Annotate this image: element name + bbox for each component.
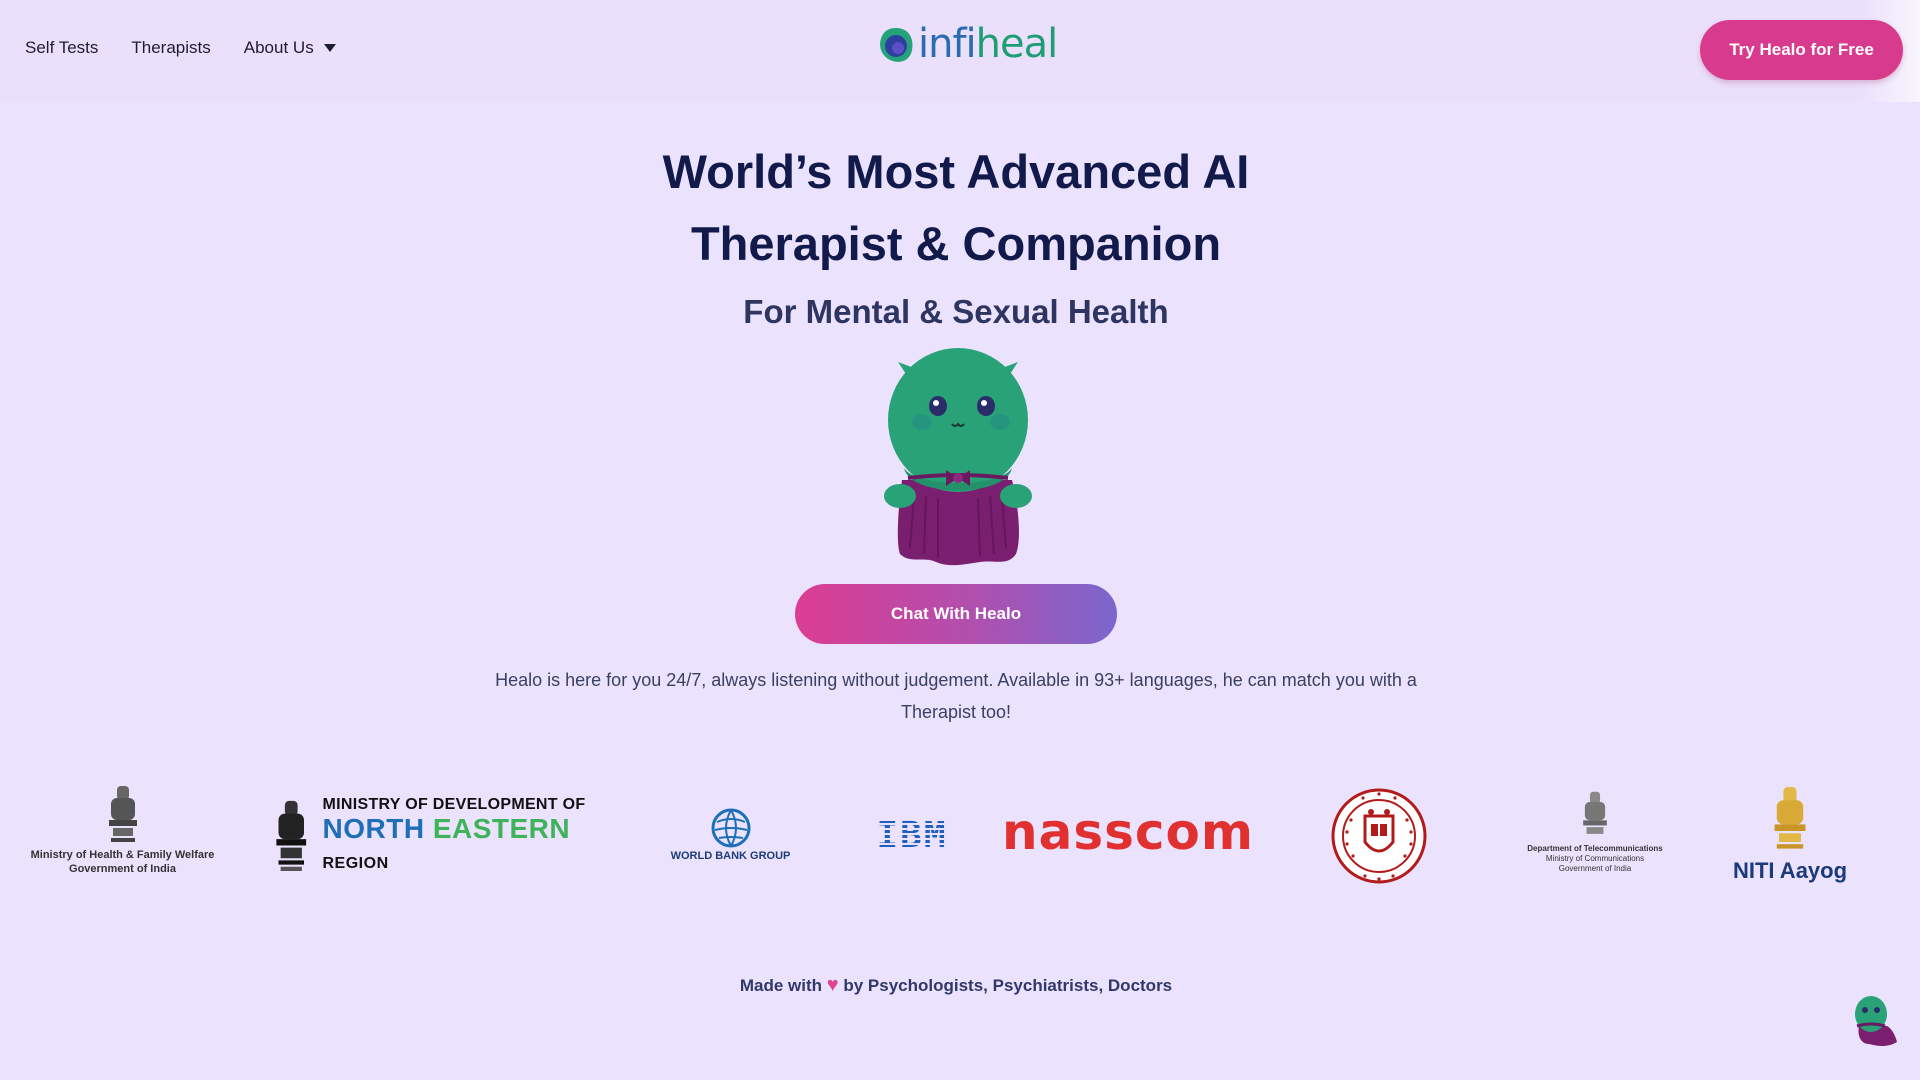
- mdoner-top-text: MINISTRY OF DEVELOPMENT OF: [322, 795, 586, 813]
- headline-line-1: World’s Most Advanced AI: [662, 145, 1250, 198]
- globe-icon: [711, 808, 750, 848]
- partner-cornell: [1330, 784, 1428, 888]
- floating-healo-chat-icon[interactable]: [1851, 992, 1901, 1048]
- cornell-seal-icon: [1331, 788, 1427, 884]
- chevron-down-icon: [323, 44, 336, 52]
- mohfw-line-2: Government of India: [69, 863, 176, 875]
- logo-wordmark-main: infi: [918, 21, 977, 67]
- nav-link-about-us[interactable]: About Us: [244, 38, 336, 58]
- mdoner-region: REGION: [322, 854, 389, 872]
- partner-world-bank-group: WORLD BANK GROUP: [668, 808, 793, 862]
- dot-line-1: Department of Telecommunications: [1527, 844, 1663, 853]
- nav-link-self-tests[interactable]: Self Tests: [25, 38, 98, 58]
- emblem-icon: [108, 786, 137, 842]
- mohfw-line-1: Ministry of Health & Family Welfare: [30, 849, 215, 861]
- partner-mohfw: Ministry of Health & Family Welfare Gove…: [25, 784, 220, 876]
- ibm-wordmark: IBM: [876, 814, 948, 856]
- made-with-line: Made with ♥ by Psychologists, Psychiatri…: [0, 974, 1912, 997]
- made-with-prefix: Made with: [739, 976, 823, 995]
- dot-line-3: Government of India: [1558, 864, 1632, 873]
- wbg-text: WORLD BANK GROUP: [670, 850, 791, 862]
- partner-dot: Department of Telecommunications Ministr…: [1520, 790, 1670, 874]
- nav-link-therapists[interactable]: Therapists: [131, 38, 210, 58]
- made-with-suffix: by Psychologists, Psychiatrists, Doctors: [843, 976, 1173, 995]
- mdoner-north: NORTH: [322, 812, 425, 844]
- heart-icon: ♥: [826, 974, 839, 996]
- chat-with-healo-button[interactable]: Chat With Healo: [795, 584, 1117, 644]
- logo-wordmark-tail: heal: [975, 21, 1059, 67]
- try-healo-button[interactable]: Try Healo for Free: [1700, 20, 1903, 80]
- partner-nasscom: nasscom: [1002, 802, 1253, 862]
- nav-link-about-us-label: About Us: [243, 38, 314, 57]
- dot-line-2: Ministry of Communications: [1545, 854, 1645, 863]
- logo-wordmark: infiheal: [918, 21, 1059, 67]
- page-title: World’s Most Advanced AI Therapist & Com…: [0, 136, 1912, 280]
- headline-line-2: Therapist & Companion: [690, 217, 1222, 270]
- partner-mdoner: MINISTRY OF DEVELOPMENT OF NORTH EASTERN…: [270, 794, 620, 880]
- infiheal-logo[interactable]: infiheal: [876, 21, 1059, 68]
- infiheal-logo-icon: [880, 28, 913, 62]
- hero-description: Healo is here for you 24/7, always liste…: [495, 670, 1417, 722]
- mdoner-big-text: NORTH EASTERN REGION: [322, 812, 621, 879]
- partner-logos: Ministry of Health & Family Welfare Gove…: [0, 780, 1920, 890]
- partner-niti-aayog: NITI Aayog: [1730, 784, 1850, 884]
- nav-links: Self Tests Therapists About Us: [25, 38, 336, 58]
- niti-wordmark: NITI Aayog: [1732, 858, 1848, 883]
- emblem-icon: [1774, 787, 1806, 849]
- mdoner-wordmark: MINISTRY OF DEVELOPMENT OF NORTH EASTERN…: [323, 796, 621, 879]
- page-subtitle: For Mental & Sexual Health: [743, 293, 1169, 330]
- nasscom-wordmark: nasscom: [1002, 803, 1254, 861]
- emblem-icon: [276, 800, 307, 871]
- mdoner-eastern: EASTERN: [432, 812, 571, 844]
- top-navbar: Self Tests Therapists About Us infiheal …: [0, 0, 1920, 102]
- emblem-icon: [1583, 791, 1607, 834]
- partner-ibm: IBM: [874, 810, 950, 860]
- healo-mascot: [884, 348, 1032, 566]
